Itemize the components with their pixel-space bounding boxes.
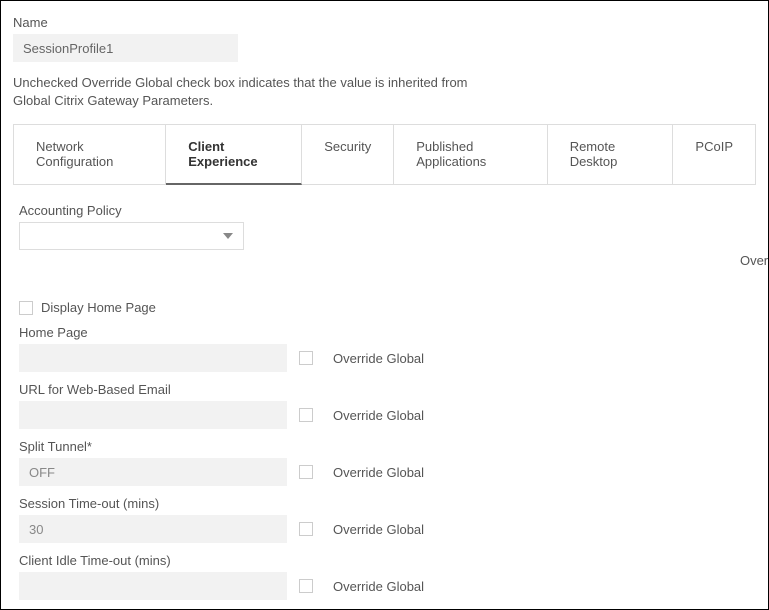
tab-pcoip[interactable]: PCoIP	[673, 124, 756, 185]
session-timeout-override-checkbox[interactable]	[299, 522, 313, 536]
split-tunnel-input[interactable]	[19, 458, 287, 486]
display-home-page-checkbox[interactable]	[19, 301, 33, 315]
inheritance-note: Unchecked Override Global check box indi…	[13, 74, 756, 110]
split-tunnel-override-checkbox[interactable]	[299, 465, 313, 479]
accounting-policy-label: Accounting Policy	[19, 203, 750, 218]
url-email-input[interactable]	[19, 401, 287, 429]
url-email-label: URL for Web-Based Email	[19, 382, 750, 397]
name-input[interactable]	[13, 34, 238, 62]
client-idle-input[interactable]	[19, 572, 287, 600]
session-timeout-input[interactable]	[19, 515, 287, 543]
home-page-override-checkbox[interactable]	[299, 351, 313, 365]
tab-network-configuration[interactable]: Network Configuration	[13, 124, 166, 185]
accounting-policy-select[interactable]	[19, 222, 244, 250]
client-idle-override-label: Override Global	[333, 579, 424, 594]
tab-remote-desktop[interactable]: Remote Desktop	[548, 124, 674, 185]
home-page-label: Home Page	[19, 325, 750, 340]
split-tunnel-override-label: Override Global	[333, 465, 424, 480]
tab-security[interactable]: Security	[302, 124, 394, 185]
client-idle-label: Client Idle Time-out (mins)	[19, 553, 750, 568]
tab-client-experience[interactable]: Client Experience	[166, 124, 302, 185]
inheritance-note-line2: Global Citrix Gateway Parameters.	[13, 93, 213, 108]
tab-bar: Network Configuration Client Experience …	[13, 124, 756, 185]
client-idle-override-checkbox[interactable]	[299, 579, 313, 593]
home-page-override-label: Override Global	[333, 351, 424, 366]
inheritance-note-line1: Unchecked Override Global check box indi…	[13, 75, 468, 90]
override-global-header: Override Global	[401, 253, 769, 268]
url-email-override-checkbox[interactable]	[299, 408, 313, 422]
session-timeout-label: Session Time-out (mins)	[19, 496, 750, 511]
home-page-input[interactable]	[19, 344, 287, 372]
chevron-down-icon	[223, 233, 233, 239]
split-tunnel-label: Split Tunnel*	[19, 439, 750, 454]
display-home-page-label: Display Home Page	[41, 300, 156, 315]
name-label: Name	[13, 15, 756, 30]
url-email-override-label: Override Global	[333, 408, 424, 423]
tab-published-applications[interactable]: Published Applications	[394, 124, 547, 185]
session-timeout-override-label: Override Global	[333, 522, 424, 537]
client-experience-panel: Accounting Policy Override Global Displa…	[13, 185, 756, 610]
